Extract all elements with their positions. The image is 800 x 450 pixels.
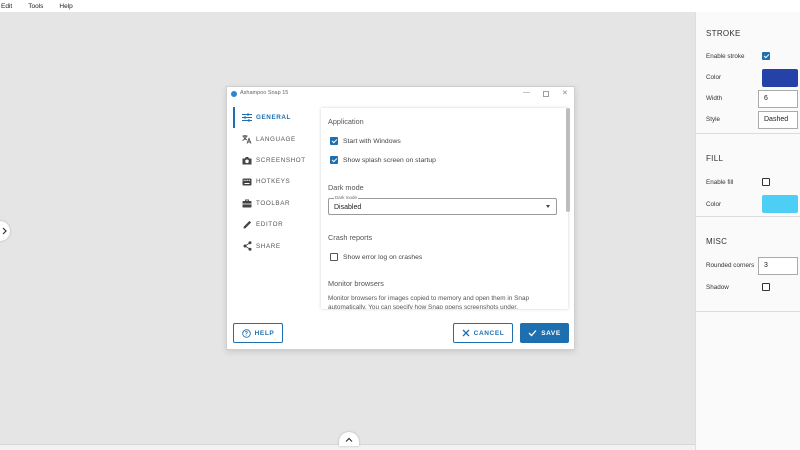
- fill-title: FILL: [706, 154, 724, 163]
- enable-stroke-checkbox[interactable]: [762, 52, 770, 60]
- nav-toolbar-label: TOOLBAR: [256, 199, 291, 207]
- nav-screenshot-label: SCREENSHOT: [256, 156, 306, 164]
- application-heading: Application: [328, 117, 364, 126]
- share-icon: [242, 241, 252, 251]
- settings-content: Application Start with Windows Show spla…: [321, 108, 568, 309]
- dark-mode-select[interactable]: Dark mode Disabled: [328, 195, 557, 215]
- stroke-width-input[interactable]: 6: [758, 90, 798, 108]
- nav-hotkeys-label: HOTKEYS: [256, 178, 291, 186]
- monitor-browsers-description: Monitor browsers for images copied to me…: [328, 295, 530, 309]
- save-button[interactable]: SAVE: [520, 323, 569, 343]
- shadow-label: Shadow: [706, 284, 729, 291]
- pencil-icon: [242, 220, 252, 230]
- start-with-windows-row[interactable]: Start with Windows: [330, 137, 401, 145]
- enable-stroke-label: Enable stroke: [706, 53, 745, 60]
- start-with-windows-label: Start with Windows: [343, 137, 401, 145]
- nav-general[interactable]: GENERAL: [233, 107, 319, 129]
- shadow-checkbox[interactable]: [762, 283, 770, 291]
- checkmark-icon: [528, 329, 537, 337]
- maximize-icon[interactable]: [543, 89, 549, 99]
- chevron-right-icon: [2, 227, 8, 235]
- fill-color-label: Color: [706, 201, 722, 208]
- nav-screenshot[interactable]: SCREENSHOT: [233, 150, 319, 171]
- help-button[interactable]: ? HELP: [233, 323, 283, 343]
- keyboard-icon: [242, 177, 252, 187]
- fill-color-swatch[interactable]: [762, 195, 798, 213]
- dark-mode-heading: Dark mode: [328, 183, 364, 192]
- stroke-style-label: Style: [706, 116, 720, 123]
- nav-toolbar[interactable]: TOOLBAR: [233, 193, 319, 214]
- stroke-width-label: Width: [706, 95, 723, 102]
- minimize-icon[interactable]: —: [523, 89, 530, 96]
- camera-icon: [242, 155, 252, 165]
- monitor-browsers-heading: Monitor browsers: [328, 279, 384, 288]
- stroke-section: STROKE Enable stroke Color Width 6 Style…: [696, 12, 800, 134]
- app-logo-icon: [231, 91, 237, 97]
- splash-screen-label: Show splash screen on startup: [343, 156, 436, 164]
- svg-text:?: ?: [244, 331, 248, 337]
- splash-screen-row[interactable]: Show splash screen on startup: [330, 156, 436, 164]
- save-button-label: SAVE: [541, 329, 561, 337]
- nav-share-label: SHARE: [256, 242, 281, 250]
- expand-bottom-button[interactable]: [339, 432, 359, 446]
- nav-share[interactable]: SHARE: [233, 235, 319, 256]
- properties-panel: STROKE Enable stroke Color Width 6 Style…: [695, 12, 800, 450]
- translate-icon: [242, 134, 252, 144]
- dark-mode-value: Disabled: [334, 204, 362, 211]
- help-circle-icon: ?: [241, 328, 251, 338]
- fill-section: FILL Enable fill Color: [696, 134, 800, 217]
- error-log-checkbox[interactable]: [330, 253, 338, 261]
- enable-fill-checkbox[interactable]: [762, 178, 770, 186]
- chevron-up-icon: [345, 437, 353, 443]
- cancel-button-label: CANCEL: [473, 329, 505, 337]
- menu-edit[interactable]: Edit: [0, 3, 12, 10]
- content-scrollbar[interactable]: [565, 108, 570, 309]
- settings-dialog: Ashampoo Snap 15 — ✕ GENERAL LANGUAGE SC…: [226, 86, 575, 350]
- error-log-row[interactable]: Show error log on crashes: [330, 253, 422, 261]
- misc-title: MISC: [706, 237, 728, 246]
- sliders-icon: [242, 113, 252, 123]
- stroke-color-swatch[interactable]: [762, 69, 798, 87]
- cancel-button[interactable]: CANCEL: [453, 323, 513, 343]
- nav-language[interactable]: LANGUAGE: [233, 128, 319, 149]
- nav-language-label: LANGUAGE: [256, 135, 296, 143]
- stroke-style-select[interactable]: Dashed: [758, 111, 798, 129]
- rounded-corners-label: Rounded corners: [706, 262, 755, 269]
- nav-hotkeys[interactable]: HOTKEYS: [233, 171, 319, 192]
- start-with-windows-checkbox[interactable]: [330, 137, 338, 145]
- menu-tools[interactable]: Tools: [27, 3, 43, 10]
- dark-mode-legend: Dark mode: [334, 195, 359, 200]
- toolbox-icon: [242, 198, 252, 208]
- stroke-title: STROKE: [706, 29, 741, 38]
- close-icon[interactable]: ✕: [562, 89, 568, 97]
- menu-bar: Edit Tools Help: [0, 0, 800, 12]
- splash-screen-checkbox[interactable]: [330, 156, 338, 164]
- misc-section: MISC Rounded corners 3 Shadow: [696, 217, 800, 312]
- error-log-label: Show error log on crashes: [343, 253, 423, 261]
- rounded-corners-input[interactable]: 3: [758, 257, 798, 275]
- settings-nav: GENERAL LANGUAGE SCREENSHOT HOTKEYS TOOL…: [233, 107, 319, 257]
- close-x-icon: [462, 329, 470, 337]
- crash-reports-heading: Crash reports: [328, 233, 373, 242]
- dialog-titlebar: Ashampoo Snap 15 — ✕: [227, 87, 574, 101]
- dialog-title: Ashampoo Snap 15: [240, 90, 289, 96]
- stroke-color-label: Color: [706, 74, 722, 81]
- nav-general-label: GENERAL: [256, 114, 291, 122]
- nav-editor[interactable]: EDITOR: [233, 214, 319, 235]
- enable-fill-label: Enable fill: [706, 179, 734, 186]
- caret-down-icon: [546, 205, 550, 208]
- scrollbar-thumb[interactable]: [565, 108, 570, 212]
- help-button-label: HELP: [254, 329, 275, 337]
- nav-editor-label: EDITOR: [256, 221, 284, 229]
- menu-help[interactable]: Help: [58, 3, 72, 10]
